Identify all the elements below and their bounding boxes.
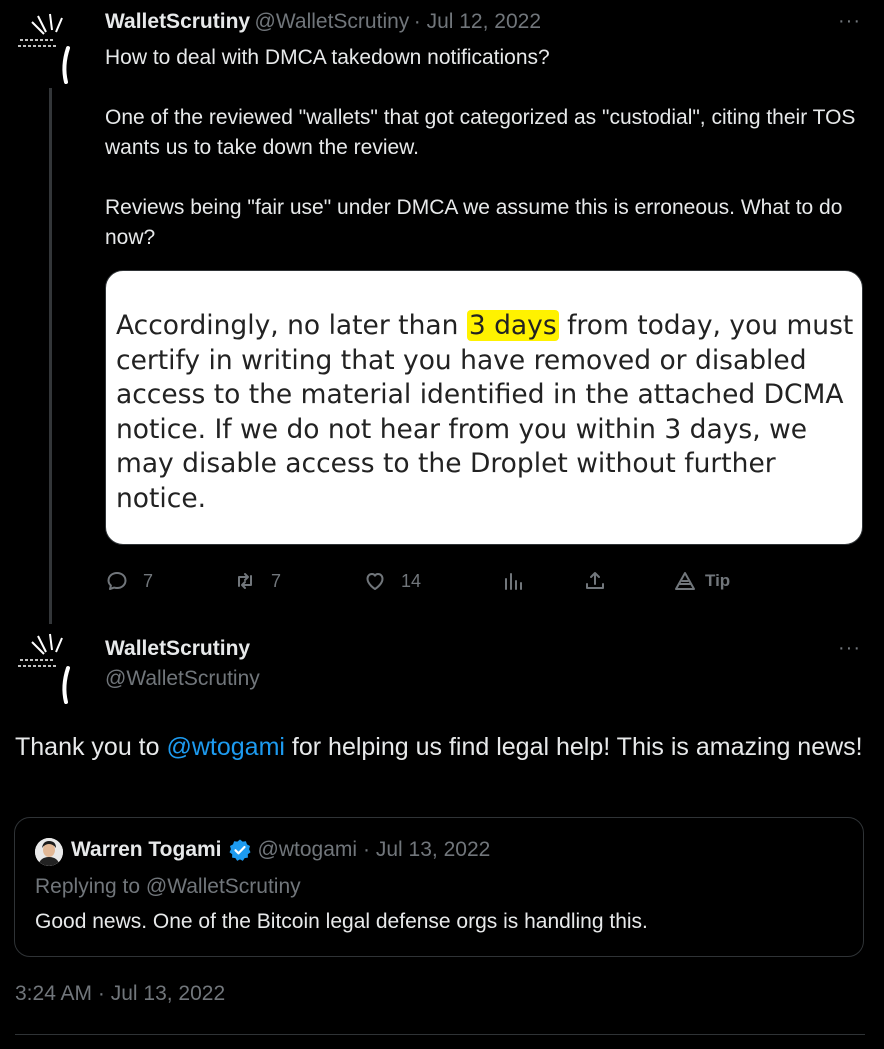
main-text-end: for helping us find legal help! This is … bbox=[284, 733, 863, 761]
walletscrutiny-avatar[interactable] bbox=[10, 628, 90, 708]
main-display-name[interactable]: WalletScrutiny bbox=[105, 637, 250, 661]
quote-handle[interactable]: @wtogami bbox=[258, 838, 358, 862]
reply-icon bbox=[107, 572, 127, 590]
like-icon bbox=[366, 573, 384, 590]
tip-label: Tip bbox=[705, 571, 731, 590]
quote-replying-to[interactable]: Replying to @WalletScrutiny bbox=[35, 875, 301, 899]
quote-text: Good news. One of the Bitcoin legal defe… bbox=[35, 910, 648, 933]
parent-tweet-text: How to deal with DMCA takedown notificat… bbox=[105, 43, 865, 253]
main-text-start: Thank you to bbox=[15, 733, 167, 761]
quote-display-name[interactable]: Warren Togami bbox=[71, 838, 222, 862]
reply-button[interactable]: 7 bbox=[105, 565, 153, 597]
views-icon bbox=[505, 573, 522, 590]
image-notice-text: Accordingly, no later than 3 days from t… bbox=[116, 309, 856, 516]
views-button[interactable] bbox=[501, 565, 525, 597]
notice-text-start: Accordingly, no later than bbox=[116, 310, 467, 341]
retweet-count: 7 bbox=[271, 570, 282, 591]
like-button[interactable]: 14 bbox=[363, 565, 421, 597]
divider bbox=[15, 1034, 865, 1035]
like-count: 14 bbox=[401, 570, 422, 591]
main-timestamp[interactable]: 3:24 AM · Jul 13, 2022 bbox=[15, 982, 225, 1006]
parent-tweet-header: WalletScrutiny @WalletScrutiny · Jul 12,… bbox=[105, 10, 541, 34]
parent-date[interactable]: · Jul 12, 2022 bbox=[414, 10, 541, 33]
retweet-button[interactable]: 7 bbox=[233, 565, 281, 597]
quote-header: Warren Togami @wtogami · Jul 13, 2022 bbox=[71, 838, 490, 862]
quoted-tweet[interactable]: Warren Togami @wtogami · Jul 13, 2022 Re… bbox=[14, 817, 864, 957]
notice-highlight: 3 days bbox=[466, 310, 559, 341]
tip-button[interactable]: Tip bbox=[673, 565, 730, 597]
main-handle[interactable]: @WalletScrutiny bbox=[105, 667, 260, 691]
parent-paragraph: Reviews being "fair use" under DMCA we a… bbox=[105, 196, 843, 249]
parent-display-name[interactable]: WalletScrutiny bbox=[105, 10, 250, 33]
attached-image[interactable]: Accordingly, no later than 3 days from t… bbox=[105, 270, 863, 545]
parent-action-bar: 7 7 14 Tip bbox=[105, 565, 745, 597]
main-tweet-text: Thank you to @wtogami for helping us fin… bbox=[15, 730, 865, 765]
retweet-icon bbox=[238, 573, 252, 589]
warren-avatar[interactable] bbox=[35, 838, 63, 866]
parent-paragraph: One of the reviewed "wallets" that got c… bbox=[105, 106, 856, 159]
share-button[interactable] bbox=[583, 565, 607, 597]
quote-date[interactable]: · Jul 13, 2022 bbox=[363, 838, 490, 862]
thread-connector-line bbox=[49, 88, 52, 624]
walletscrutiny-avatar[interactable] bbox=[10, 8, 90, 88]
mention-link[interactable]: @wtogami bbox=[166, 733, 284, 761]
verified-badge-icon bbox=[228, 838, 252, 862]
reply-count: 7 bbox=[143, 570, 154, 591]
share-icon bbox=[586, 572, 604, 589]
main-more-button[interactable]: ··· bbox=[838, 637, 861, 660]
tip-icon bbox=[675, 572, 695, 590]
parent-more-button[interactable]: ··· bbox=[838, 10, 861, 33]
parent-paragraph: How to deal with DMCA takedown notificat… bbox=[105, 46, 550, 69]
parent-handle[interactable]: @WalletScrutiny bbox=[255, 10, 410, 33]
